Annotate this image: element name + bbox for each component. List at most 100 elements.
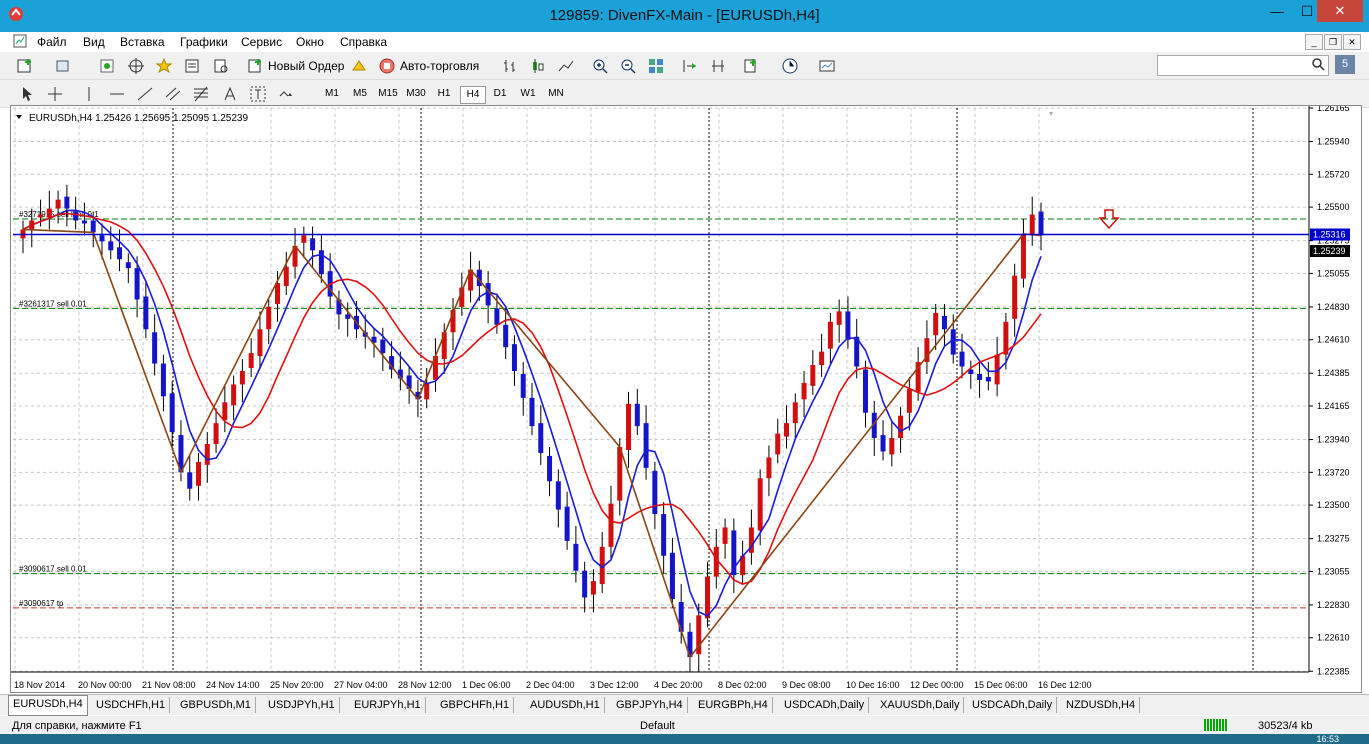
timeframe-mn[interactable]: MN [544, 86, 568, 102]
timeframe-m15[interactable]: M15 [376, 86, 400, 102]
timeframe-m1[interactable]: M1 [320, 86, 344, 102]
terminal-icon [185, 59, 199, 73]
chart-tab[interactable]: EURGBPh,H4 [694, 697, 773, 713]
chart-tab[interactable]: EURJPYh,H1 [350, 697, 426, 713]
community-button[interactable]: 5 [1335, 55, 1355, 74]
bar-chart-button[interactable] [501, 56, 519, 76]
text-tool[interactable] [221, 84, 239, 104]
mdi-minimize-button[interactable]: _ [1305, 34, 1323, 50]
indicators-button[interactable] [743, 56, 761, 76]
market-watch-icon [100, 59, 114, 73]
menu-file[interactable]: Файл [37, 35, 67, 49]
zoom-in-button[interactable] [591, 56, 609, 76]
templates-button[interactable] [818, 56, 836, 76]
title-bar: 129859: DivenFX-Main - [EURUSDh,H4] — ☐ … [0, 0, 1369, 32]
channel-icon [165, 87, 181, 101]
timeframe-w1[interactable]: W1 [516, 86, 540, 102]
menu-tools[interactable]: Сервис [241, 35, 282, 49]
menu-help[interactable]: Справка [340, 35, 387, 49]
chart-tab[interactable]: USDCADh,Daily [780, 697, 870, 713]
autotrading-button[interactable]: Авто-торговля [378, 56, 479, 76]
line-chart-button[interactable] [557, 56, 575, 76]
bear-candle [547, 455, 553, 482]
menu-view[interactable]: Вид [83, 35, 105, 49]
zoom-out-button[interactable] [619, 56, 637, 76]
timeframe-h1[interactable]: H1 [432, 86, 456, 102]
bear-candle [64, 196, 70, 209]
bear-candle [950, 329, 956, 355]
chart-tab[interactable]: USDCADh,Daily [968, 697, 1058, 713]
bull-candle [38, 214, 44, 218]
new-order-button[interactable]: Новый Ордер [246, 56, 344, 76]
terminal-button[interactable] [183, 56, 201, 76]
timeframe-d1[interactable]: D1 [488, 86, 512, 102]
timeframe-h4[interactable]: H4 [460, 86, 486, 104]
candlestick-button[interactable] [529, 56, 547, 76]
new-order-label: Новый Ордер [268, 59, 345, 73]
timeframe-m30[interactable]: M30 [404, 86, 428, 102]
mdi-close-button[interactable]: ✕ [1343, 34, 1361, 50]
bull-candle [705, 576, 711, 619]
search-icon[interactable] [1311, 57, 1325, 71]
bull-candle [757, 478, 763, 531]
fibonacci-icon [194, 86, 208, 102]
bull-candle [784, 423, 789, 437]
trendline-tool[interactable] [136, 84, 154, 104]
timeframe-m5[interactable]: M5 [348, 86, 372, 102]
crosshair-tool[interactable] [46, 84, 64, 104]
autoscroll-icon [683, 60, 696, 72]
text-label-tool[interactable] [249, 84, 267, 104]
chart-shift-button[interactable] [709, 56, 727, 76]
new-chart-button[interactable] [16, 56, 34, 76]
horizontal-line-tool[interactable] [108, 84, 126, 104]
fibonacci-tool[interactable] [192, 84, 210, 104]
templates-icon [819, 60, 835, 72]
minimize-button[interactable]: — [1262, 0, 1292, 22]
drawing-toolbar: M1 M5 M15 M30 H1 H4 D1 W1 MN [0, 80, 1369, 108]
chart-tab[interactable]: GBPUSDh,M1 [176, 697, 256, 713]
menu-charts[interactable]: Графики [180, 35, 228, 49]
price-chart[interactable]: #3271915 sell limit 0.1#3261317 sell 0.0… [11, 106, 1361, 692]
bear-candle [160, 363, 166, 397]
profiles-button[interactable] [54, 56, 72, 76]
tile-windows-button[interactable] [647, 56, 665, 76]
price-tick-label: 1.25055 [1317, 268, 1350, 278]
menu-insert[interactable]: Вставка [120, 35, 165, 49]
mdi-restore-button[interactable]: ❐ [1324, 34, 1342, 50]
market-watch-button[interactable] [98, 56, 116, 76]
bull-candle [801, 382, 807, 400]
chart-tab[interactable]: AUDUSDh,H1 [526, 697, 605, 713]
chart-shift-icon [712, 60, 724, 72]
search-input[interactable] [1157, 55, 1329, 76]
strategy-tester-button[interactable] [212, 56, 230, 76]
chart-tab[interactable]: NZDUSDh,H4 [1062, 697, 1141, 713]
chart-collapse-icon[interactable] [16, 115, 22, 119]
chart-tab[interactable]: EURUSDh,H4 [8, 695, 88, 716]
time-tick-label: 9 Dec 08:00 [782, 680, 831, 690]
chart-tab[interactable]: GBPJPYh,H4 [612, 697, 688, 713]
price-tick-label: 1.24610 [1317, 335, 1350, 345]
navigator-button[interactable] [155, 56, 173, 76]
shift-marker-icon[interactable] [1049, 112, 1053, 116]
chart-tab[interactable]: USDCHFh,H1 [92, 697, 171, 713]
candlestick-icon [533, 59, 544, 73]
vertical-line-tool[interactable] [80, 84, 98, 104]
close-button[interactable]: ✕ [1317, 0, 1363, 22]
cursor-tool[interactable] [18, 84, 36, 104]
arrows-tool[interactable] [277, 84, 295, 104]
chart-tab[interactable]: USDJPYh,H1 [264, 697, 340, 713]
autoscroll-button[interactable] [681, 56, 699, 76]
chart-tabs: EURUSDh,H4 USDCHFh,H1 GBPUSDh,M1 USDJPYh,H1… [0, 694, 1369, 716]
bear-candle [134, 268, 140, 300]
chart-tab[interactable]: XAUUSDh,Daily [876, 697, 965, 713]
chart-tab[interactable]: GBPCHFh,H1 [436, 697, 515, 713]
bull-candle [590, 581, 596, 595]
chart-window[interactable]: #3271915 sell limit 0.1 #3261317 sell 0.0… [10, 105, 1362, 693]
periods-button[interactable] [781, 56, 799, 76]
time-tick-label: 21 Nov 08:00 [142, 680, 196, 690]
price-tick-label: 1.26165 [1317, 106, 1350, 113]
menu-window[interactable]: Окно [296, 35, 324, 49]
data-window-button[interactable] [127, 56, 145, 76]
metaeditor-button[interactable] [350, 56, 368, 76]
equidistant-channel-tool[interactable] [164, 84, 182, 104]
